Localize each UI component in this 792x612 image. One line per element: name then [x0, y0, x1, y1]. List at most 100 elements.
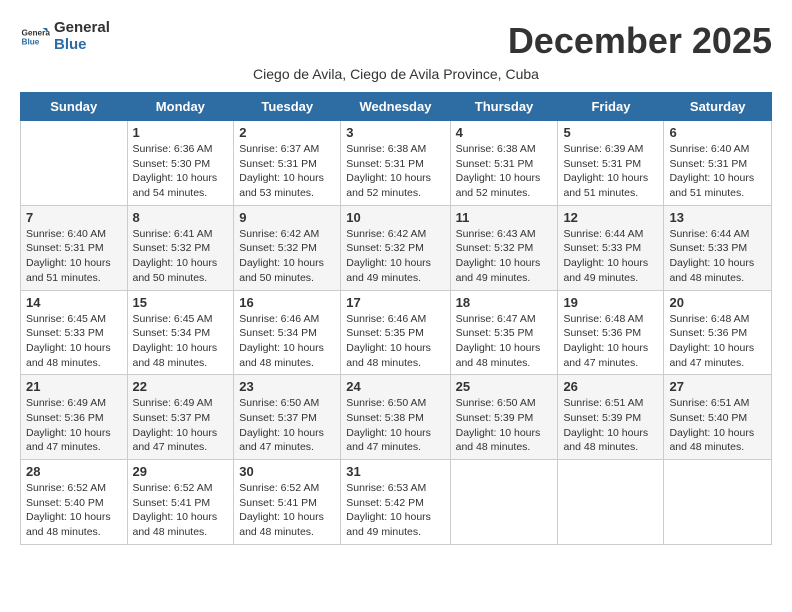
- day-number: 31: [346, 464, 444, 479]
- day-number: 15: [133, 295, 229, 310]
- calendar-cell: 1Sunrise: 6:36 AM Sunset: 5:30 PM Daylig…: [127, 121, 234, 206]
- day-number: 8: [133, 210, 229, 225]
- calendar-cell: 12 Sunrise: 6:44 AM Sunset: 5:33 PM Dayli…: [558, 205, 664, 290]
- calendar-cell: 25 Sunrise: 6:50 AM Sunset: 5:39 PM Dayli…: [450, 375, 558, 460]
- weekday-tuesday: Tuesday: [234, 93, 341, 121]
- day-number: 22: [133, 379, 229, 394]
- day-info: Sunrise: 6:44 AM Sunset: 5:33 PM Dayligh…: [669, 227, 766, 286]
- day-info: Sunrise: 6:44 AM Sunset: 5:33 PM Dayligh…: [563, 227, 658, 286]
- weekday-header-row: SundayMondayTuesdayWednesdayThursdayFrid…: [21, 93, 772, 121]
- day-info: Sunrise: 6:37 AM Sunset: 5:31 PM Dayligh…: [239, 142, 335, 201]
- calendar-title: December 2025: [508, 20, 772, 62]
- day-info: Sunrise: 6:43 AM Sunset: 5:32 PM Dayligh…: [456, 227, 553, 286]
- day-info: Sunrise: 6:45 AM Sunset: 5:34 PM Dayligh…: [133, 312, 229, 371]
- calendar-cell: 5Sunrise: 6:39 AM Sunset: 5:31 PM Daylig…: [558, 121, 664, 206]
- calendar-week-2: 7 Sunrise: 6:40 AM Sunset: 5:31 PM Daylig…: [21, 205, 772, 290]
- weekday-saturday: Saturday: [664, 93, 772, 121]
- day-info: Sunrise: 6:41 AM Sunset: 5:32 PM Dayligh…: [133, 227, 229, 286]
- calendar-cell: 30Sunrise: 6:52 AM Sunset: 5:41 PM Dayli…: [234, 460, 341, 545]
- day-number: 14: [26, 295, 122, 310]
- day-number: 11: [456, 210, 553, 225]
- day-number: 13: [669, 210, 766, 225]
- day-info: Sunrise: 6:45 AM Sunset: 5:33 PM Dayligh…: [26, 312, 122, 371]
- calendar-cell: 31Sunrise: 6:53 AM Sunset: 5:42 PM Dayli…: [341, 460, 450, 545]
- day-number: 21: [26, 379, 122, 394]
- calendar-cell: 29 Sunrise: 6:52 AM Sunset: 5:41 PM Dayli…: [127, 460, 234, 545]
- weekday-thursday: Thursday: [450, 93, 558, 121]
- day-info: Sunrise: 6:38 AM Sunset: 5:31 PM Dayligh…: [346, 142, 444, 201]
- day-info: Sunrise: 6:52 AM Sunset: 5:40 PM Dayligh…: [26, 481, 122, 540]
- day-number: 3: [346, 125, 444, 140]
- calendar-cell: 4 Sunrise: 6:38 AM Sunset: 5:31 PM Daylig…: [450, 121, 558, 206]
- calendar-cell: 7 Sunrise: 6:40 AM Sunset: 5:31 PM Daylig…: [21, 205, 128, 290]
- calendar-cell: 6Sunrise: 6:40 AM Sunset: 5:31 PM Daylig…: [664, 121, 772, 206]
- calendar-cell: 28 Sunrise: 6:52 AM Sunset: 5:40 PM Dayli…: [21, 460, 128, 545]
- day-number: 30: [239, 464, 335, 479]
- calendar-week-5: 28 Sunrise: 6:52 AM Sunset: 5:40 PM Dayli…: [21, 460, 772, 545]
- day-number: 24: [346, 379, 444, 394]
- calendar-cell: 17 Sunrise: 6:46 AM Sunset: 5:35 PM Dayli…: [341, 290, 450, 375]
- logo-icon: General Blue: [20, 22, 50, 52]
- day-info: Sunrise: 6:42 AM Sunset: 5:32 PM Dayligh…: [346, 227, 444, 286]
- day-info: Sunrise: 6:38 AM Sunset: 5:31 PM Dayligh…: [456, 142, 553, 201]
- calendar-cell: 26 Sunrise: 6:51 AM Sunset: 5:39 PM Dayli…: [558, 375, 664, 460]
- day-info: Sunrise: 6:52 AM Sunset: 5:41 PM Dayligh…: [133, 481, 229, 540]
- calendar-cell: 11 Sunrise: 6:43 AM Sunset: 5:32 PM Dayli…: [450, 205, 558, 290]
- day-number: 27: [669, 379, 766, 394]
- calendar-cell: 21 Sunrise: 6:49 AM Sunset: 5:36 PM Dayli…: [21, 375, 128, 460]
- day-number: 4: [456, 125, 553, 140]
- day-info: Sunrise: 6:42 AM Sunset: 5:32 PM Dayligh…: [239, 227, 335, 286]
- day-number: 7: [26, 210, 122, 225]
- day-info: Sunrise: 6:48 AM Sunset: 5:36 PM Dayligh…: [669, 312, 766, 371]
- day-info: Sunrise: 6:51 AM Sunset: 5:39 PM Dayligh…: [563, 396, 658, 455]
- day-info: Sunrise: 6:40 AM Sunset: 5:31 PM Dayligh…: [26, 227, 122, 286]
- day-info: Sunrise: 6:49 AM Sunset: 5:36 PM Dayligh…: [26, 396, 122, 455]
- calendar-week-3: 14 Sunrise: 6:45 AM Sunset: 5:33 PM Dayli…: [21, 290, 772, 375]
- day-number: 23: [239, 379, 335, 394]
- calendar-cell: [21, 121, 128, 206]
- day-number: 6: [669, 125, 766, 140]
- calendar-cell: [450, 460, 558, 545]
- day-number: 2: [239, 125, 335, 140]
- calendar-cell: 27 Sunrise: 6:51 AM Sunset: 5:40 PM Dayli…: [664, 375, 772, 460]
- day-info: Sunrise: 6:49 AM Sunset: 5:37 PM Dayligh…: [133, 396, 229, 455]
- calendar-cell: 9Sunrise: 6:42 AM Sunset: 5:32 PM Daylig…: [234, 205, 341, 290]
- day-number: 17: [346, 295, 444, 310]
- day-number: 5: [563, 125, 658, 140]
- day-number: 1: [133, 125, 229, 140]
- day-info: Sunrise: 6:51 AM Sunset: 5:40 PM Dayligh…: [669, 396, 766, 455]
- weekday-wednesday: Wednesday: [341, 93, 450, 121]
- page-header: General Blue General Blue December 2025: [20, 20, 772, 62]
- logo: General Blue General Blue: [20, 20, 110, 53]
- day-number: 25: [456, 379, 553, 394]
- day-number: 10: [346, 210, 444, 225]
- calendar-subtitle: Ciego de Avila, Ciego de Avila Province,…: [20, 66, 772, 82]
- day-info: Sunrise: 6:47 AM Sunset: 5:35 PM Dayligh…: [456, 312, 553, 371]
- day-number: 29: [133, 464, 229, 479]
- calendar-cell: 10 Sunrise: 6:42 AM Sunset: 5:32 PM Dayli…: [341, 205, 450, 290]
- day-number: 28: [26, 464, 122, 479]
- calendar-cell: 20Sunrise: 6:48 AM Sunset: 5:36 PM Dayli…: [664, 290, 772, 375]
- calendar-cell: 14 Sunrise: 6:45 AM Sunset: 5:33 PM Dayli…: [21, 290, 128, 375]
- weekday-sunday: Sunday: [21, 93, 128, 121]
- day-number: 26: [563, 379, 658, 394]
- day-info: Sunrise: 6:48 AM Sunset: 5:36 PM Dayligh…: [563, 312, 658, 371]
- day-info: Sunrise: 6:46 AM Sunset: 5:35 PM Dayligh…: [346, 312, 444, 371]
- calendar-cell: 8 Sunrise: 6:41 AM Sunset: 5:32 PM Daylig…: [127, 205, 234, 290]
- calendar-week-1: 1Sunrise: 6:36 AM Sunset: 5:30 PM Daylig…: [21, 121, 772, 206]
- calendar-body: 1Sunrise: 6:36 AM Sunset: 5:30 PM Daylig…: [21, 121, 772, 545]
- day-number: 12: [563, 210, 658, 225]
- day-info: Sunrise: 6:50 AM Sunset: 5:39 PM Dayligh…: [456, 396, 553, 455]
- calendar-cell: 22 Sunrise: 6:49 AM Sunset: 5:37 PM Dayli…: [127, 375, 234, 460]
- calendar-cell: 19Sunrise: 6:48 AM Sunset: 5:36 PM Dayli…: [558, 290, 664, 375]
- weekday-monday: Monday: [127, 93, 234, 121]
- calendar-cell: 13 Sunrise: 6:44 AM Sunset: 5:33 PM Dayli…: [664, 205, 772, 290]
- calendar-cell: 23 Sunrise: 6:50 AM Sunset: 5:37 PM Dayli…: [234, 375, 341, 460]
- logo-general: General: [54, 20, 110, 37]
- calendar-cell: 24 Sunrise: 6:50 AM Sunset: 5:38 PM Dayli…: [341, 375, 450, 460]
- day-info: Sunrise: 6:50 AM Sunset: 5:37 PM Dayligh…: [239, 396, 335, 455]
- calendar-cell: [664, 460, 772, 545]
- calendar-cell: 15 Sunrise: 6:45 AM Sunset: 5:34 PM Dayli…: [127, 290, 234, 375]
- day-info: Sunrise: 6:50 AM Sunset: 5:38 PM Dayligh…: [346, 396, 444, 455]
- calendar-cell: 2 Sunrise: 6:37 AM Sunset: 5:31 PM Daylig…: [234, 121, 341, 206]
